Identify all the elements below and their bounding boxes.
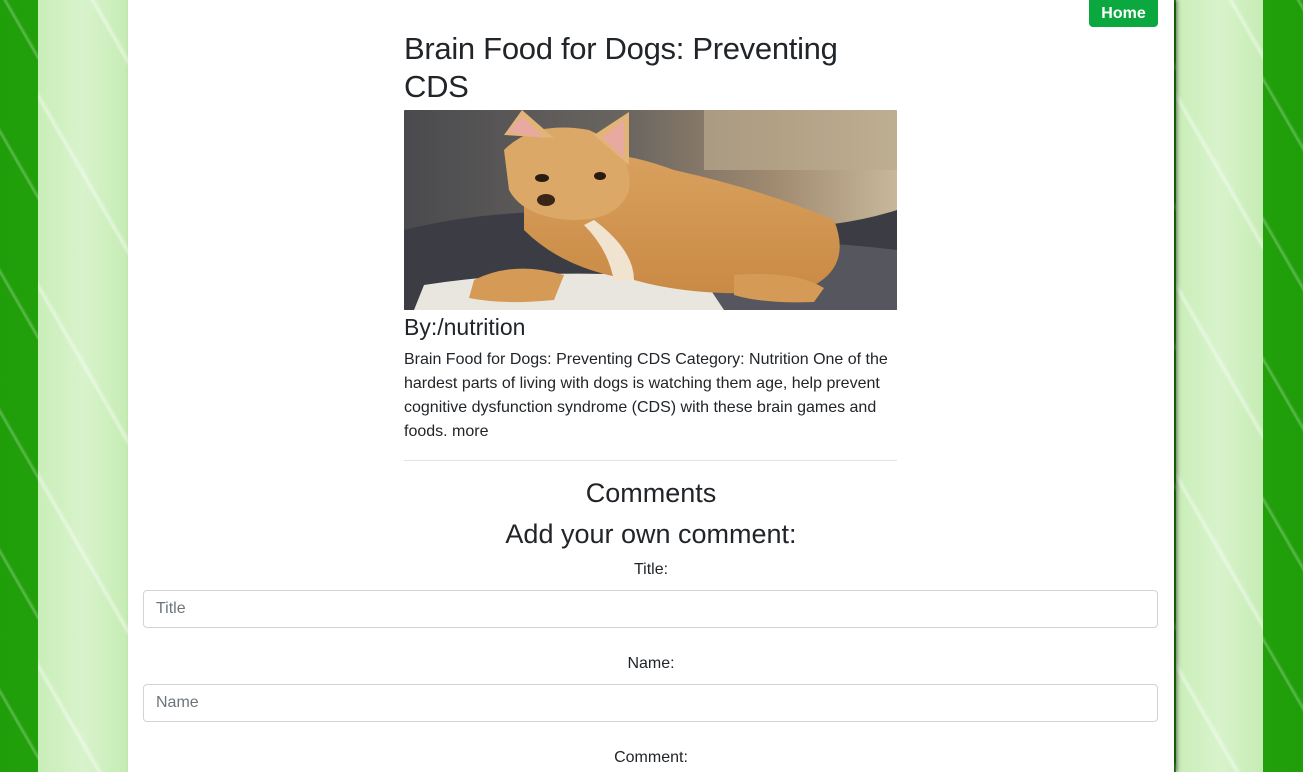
article-divider <box>404 460 897 461</box>
article-byline: By:/nutrition <box>404 314 526 340</box>
article-card: Brain Food for Dogs: Preventing CDS By:/… <box>404 30 897 461</box>
comment-field-label: Comment: <box>614 749 688 766</box>
main-container: Home Brain Food for Dogs: Preventing CDS <box>128 0 1174 772</box>
background-strip-right <box>1176 0 1263 772</box>
add-comment-heading: Add your own comment: <box>505 519 797 549</box>
title-input[interactable] <box>143 590 1158 628</box>
article-title: Brain Food for Dogs: Preventing CDS <box>404 31 838 104</box>
article-image <box>404 110 897 310</box>
home-button[interactable]: Home <box>1089 0 1158 27</box>
name-input[interactable] <box>143 684 1158 722</box>
name-field-label: Name: <box>627 655 675 672</box>
comments-heading: Comments <box>585 478 717 508</box>
more-link[interactable]: more <box>452 423 488 440</box>
title-field-label: Title: <box>633 561 669 578</box>
background-strip-left <box>38 0 128 772</box>
article-summary: Brain Food for Dogs: Preventing CDS Cate… <box>404 348 897 444</box>
